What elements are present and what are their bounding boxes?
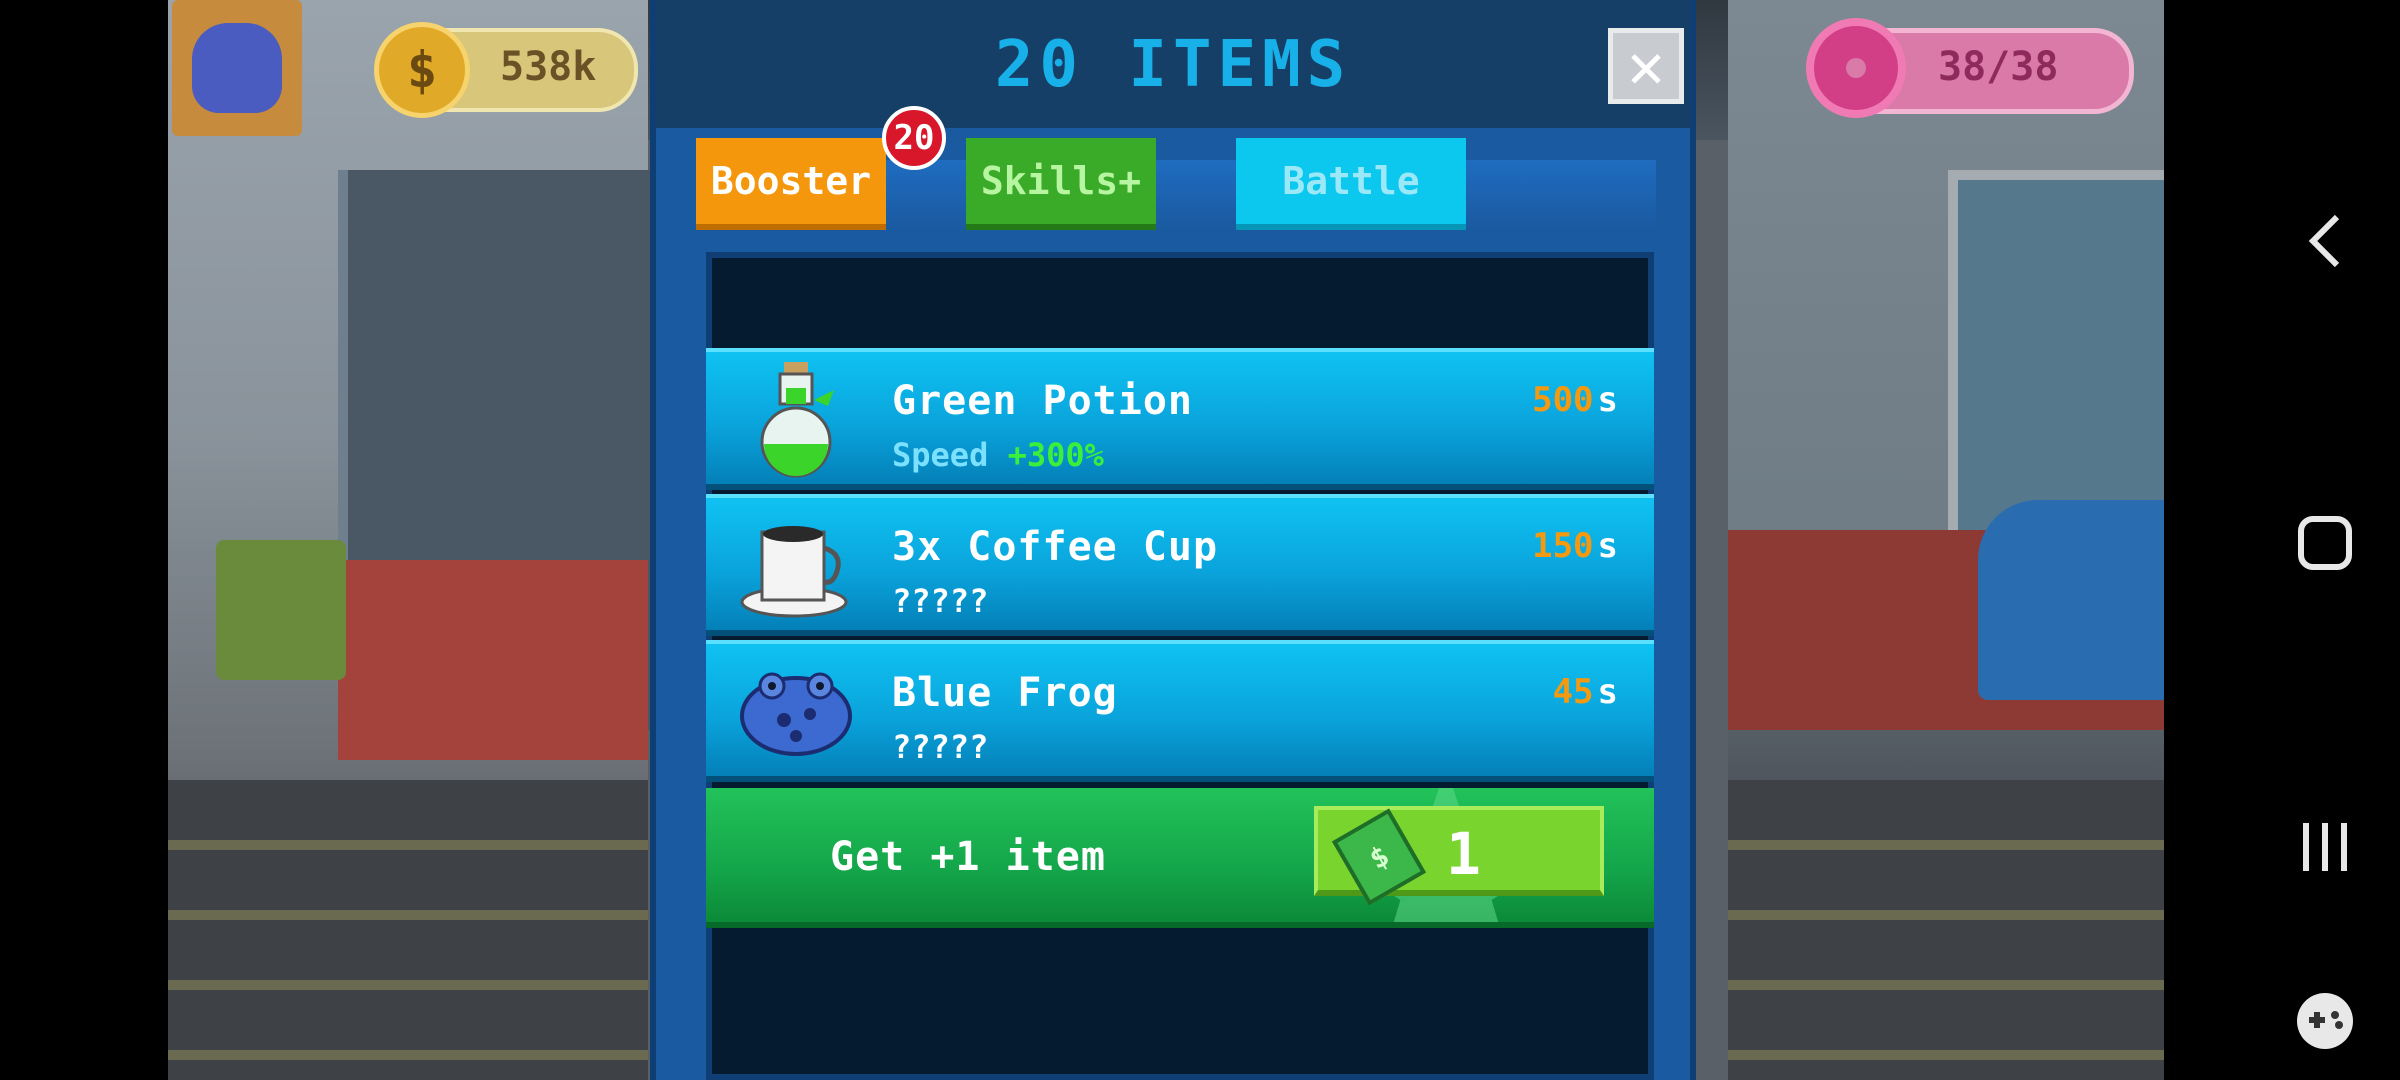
home-icon[interactable] bbox=[2290, 508, 2360, 578]
duration-unit: s bbox=[1597, 380, 1618, 420]
close-button[interactable]: ✕ bbox=[1608, 28, 1684, 104]
blue-frog-icon bbox=[740, 672, 852, 756]
scene-left-building bbox=[168, 0, 658, 1080]
item-desc: Speed +300% bbox=[892, 436, 1104, 474]
donut-value: 38/38 bbox=[1938, 44, 2059, 90]
dialog-title: 20 ITEMS bbox=[994, 28, 1352, 102]
cash-icon: $ bbox=[1331, 808, 1427, 906]
item-duration: 500 s bbox=[1532, 380, 1618, 420]
item-desc: ????? bbox=[892, 728, 989, 766]
items-dialog: 20 ITEMS ✕ Booster Skills+ Battle 20 Gre… bbox=[650, 0, 1696, 1080]
coin-icon: $ bbox=[374, 22, 470, 118]
game-tools-icon[interactable] bbox=[2290, 986, 2360, 1056]
stat-label: Speed bbox=[892, 436, 989, 474]
tab-skills[interactable]: Skills+ bbox=[966, 138, 1156, 230]
duration-unit: s bbox=[1597, 526, 1618, 566]
green-potion-icon bbox=[760, 362, 834, 478]
coin-value: 538k bbox=[500, 44, 597, 90]
tab-battle[interactable]: Battle bbox=[1236, 138, 1466, 230]
duration-value: 150 bbox=[1532, 526, 1594, 566]
get-item-row: Get +1 item $ 1 bbox=[706, 788, 1654, 928]
recent-apps-icon[interactable] bbox=[2290, 812, 2360, 882]
get-item-cost: 1 bbox=[1446, 820, 1481, 888]
frog-avatar-icon bbox=[192, 23, 282, 113]
item-desc: ????? bbox=[892, 582, 989, 620]
duration-value: 500 bbox=[1532, 380, 1594, 420]
scene-right-building bbox=[1728, 0, 2164, 1080]
item-duration: 45 s bbox=[1553, 672, 1618, 712]
item-row-green-potion[interactable]: Green Potion Speed +300% 500 s bbox=[706, 348, 1654, 490]
back-icon[interactable] bbox=[2290, 206, 2360, 276]
coffee-cup-icon bbox=[740, 526, 848, 618]
duration-value: 45 bbox=[1552, 672, 1594, 712]
item-name: Blue Frog bbox=[892, 670, 1118, 716]
item-count-badge: 20 bbox=[882, 106, 946, 170]
system-nav-bar bbox=[2164, 0, 2400, 1080]
item-name: Green Potion bbox=[892, 378, 1193, 424]
get-item-label: Get +1 item bbox=[830, 834, 1106, 880]
car-icon bbox=[1978, 500, 2164, 700]
stat-value: +300% bbox=[1007, 436, 1104, 474]
item-duration: 150 s bbox=[1532, 526, 1618, 566]
item-row-coffee-cup[interactable]: 3x Coffee Cup ????? 150 s bbox=[706, 494, 1654, 636]
donut-icon bbox=[1806, 18, 1906, 118]
get-item-button[interactable]: $ 1 bbox=[1314, 806, 1604, 906]
tab-booster[interactable]: Booster bbox=[696, 138, 886, 230]
player-avatar[interactable] bbox=[172, 0, 302, 136]
duration-unit: s bbox=[1597, 672, 1618, 712]
item-row-blue-frog[interactable]: Blue Frog ????? 45 s bbox=[706, 640, 1654, 782]
item-name: 3x Coffee Cup bbox=[892, 524, 1219, 570]
